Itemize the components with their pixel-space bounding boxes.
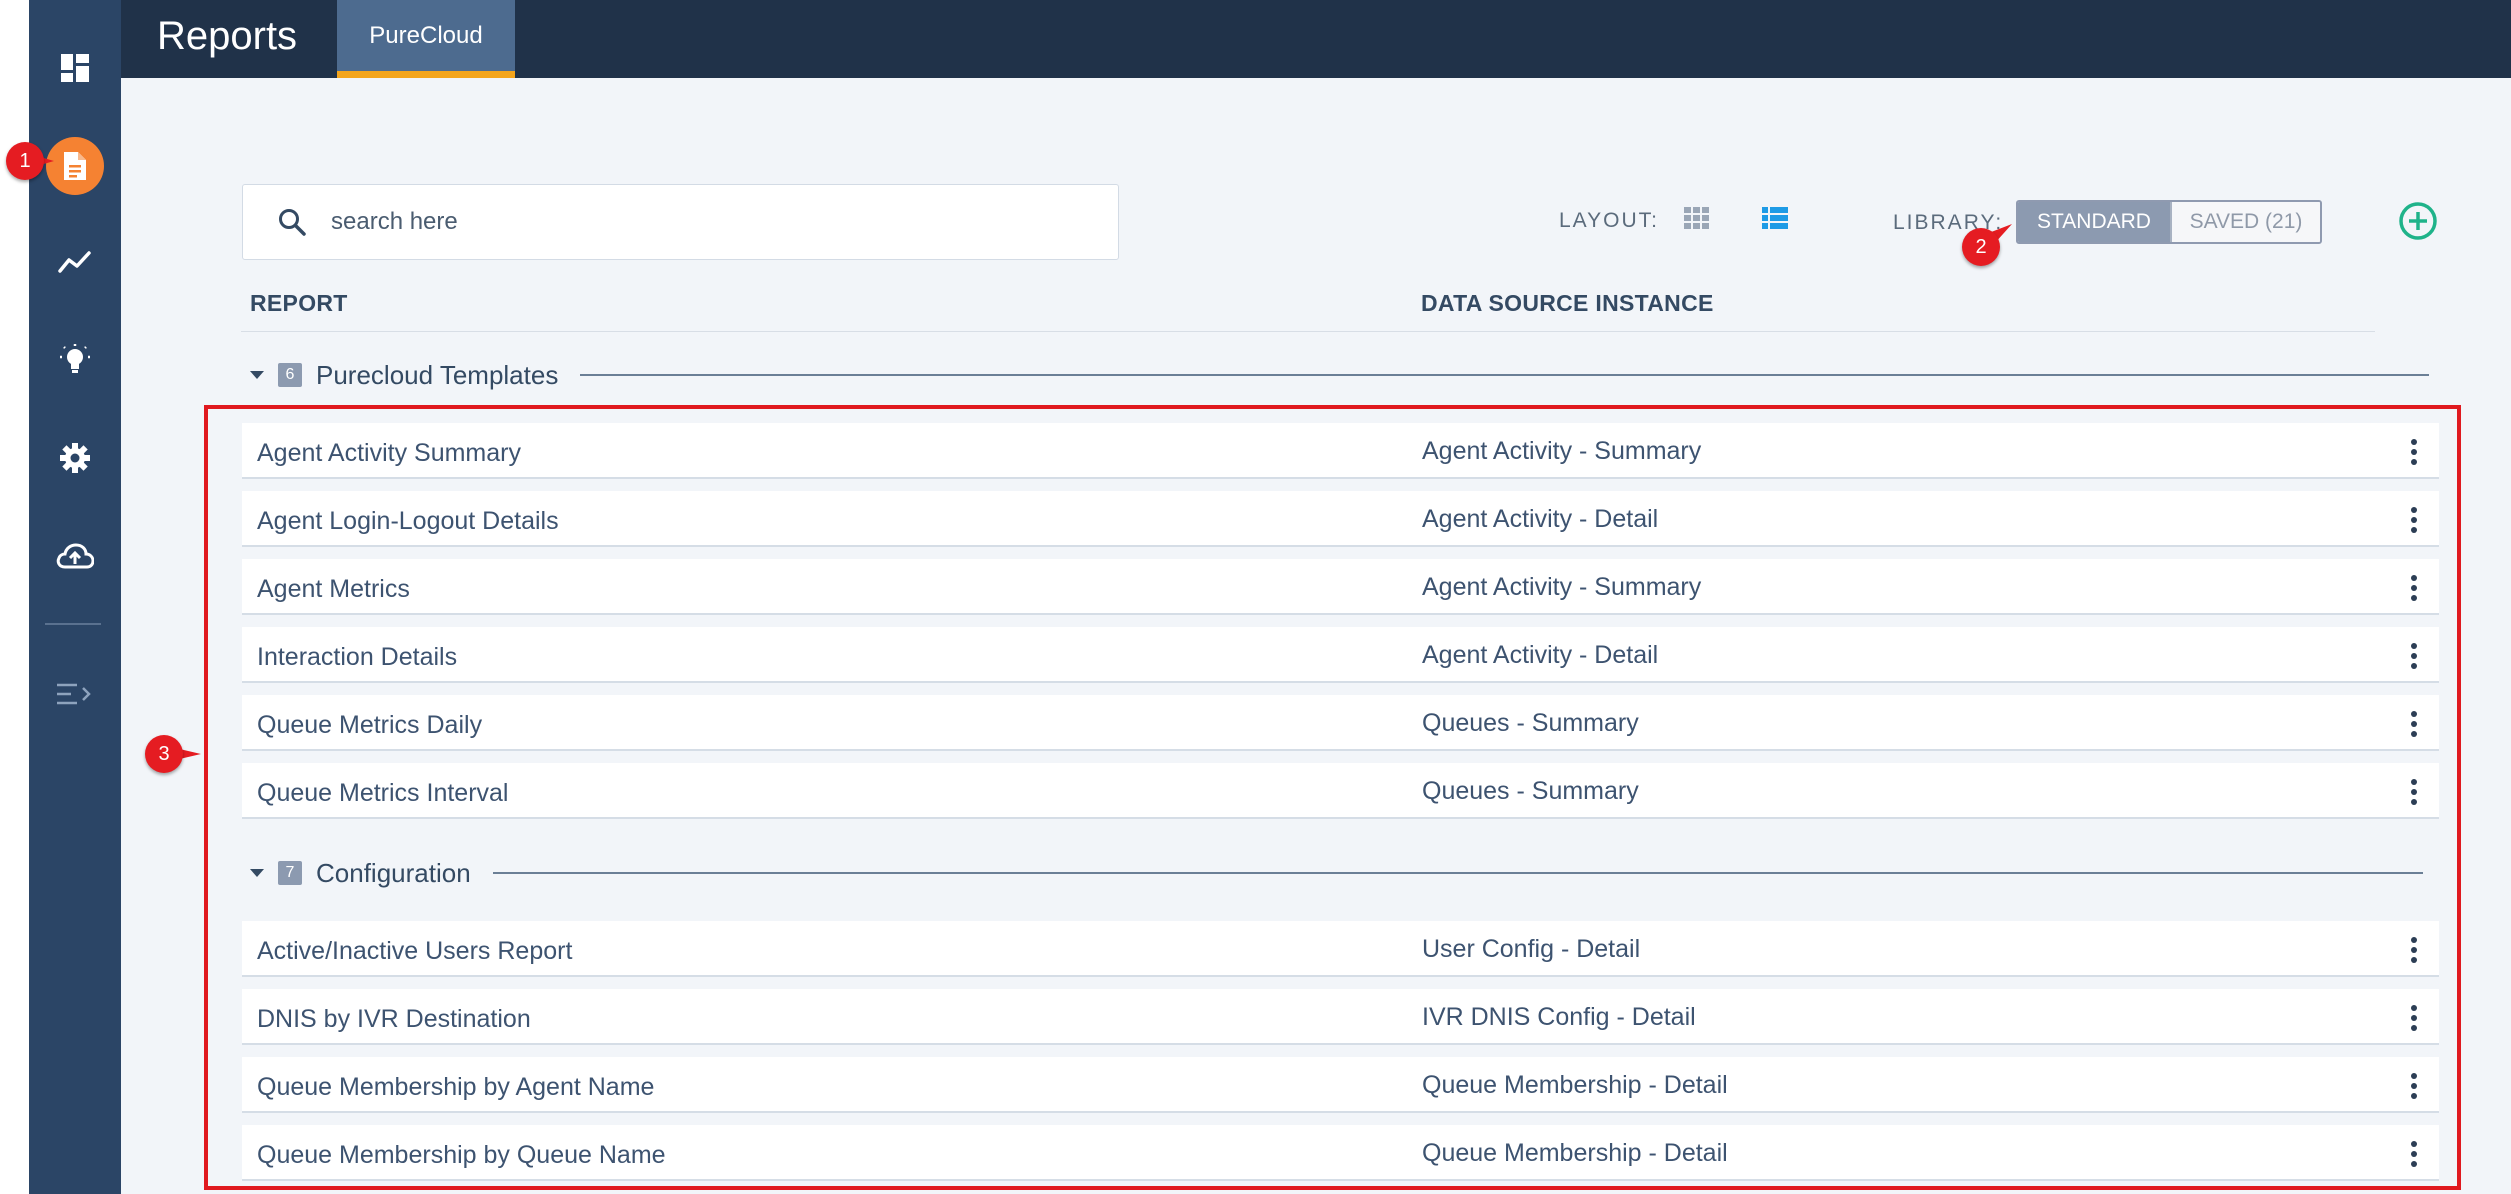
active-indicator <box>46 137 104 195</box>
collapse-menu-icon <box>57 683 91 705</box>
group-divider <box>580 374 2430 376</box>
sidebar-item-dashboard[interactable] <box>29 33 121 103</box>
group-title: Purecloud Templates <box>316 359 559 390</box>
sidebar-item-settings[interactable] <box>29 423 121 493</box>
list-view-icon[interactable] <box>1761 206 1789 230</box>
header-divider <box>241 331 2375 332</box>
callout-number: 2 <box>1962 228 2000 266</box>
callout-marker-1: 1 <box>6 142 54 180</box>
lightbulb-icon <box>60 344 90 373</box>
dashboard-icon <box>61 54 89 82</box>
cloud-upload-icon <box>56 543 94 569</box>
search-icon <box>279 209 306 236</box>
caret-down-icon <box>250 371 264 379</box>
gear-icon <box>60 443 90 473</box>
grid-view-icon[interactable] <box>1683 206 1711 230</box>
highlight-box <box>204 405 2461 1190</box>
saved-button[interactable]: SAVED (21) <box>2170 202 2320 242</box>
sidebar-item-upload[interactable] <box>29 521 121 591</box>
trend-line-icon <box>58 251 91 273</box>
column-header-report[interactable]: REPORT <box>250 290 348 317</box>
sidebar-item-expand[interactable] <box>29 659 121 729</box>
standard-button[interactable]: STANDARD <box>2018 202 2170 242</box>
layout-label: LAYOUT: <box>1559 209 1659 232</box>
library-toggle: STANDARD SAVED (21) <box>2016 200 2322 244</box>
sidebar-divider <box>45 623 101 625</box>
sidebar-item-trends[interactable] <box>29 227 121 297</box>
page-title: Reports <box>157 14 298 58</box>
callout-marker-2: 2 <box>1962 224 2012 266</box>
add-report-button[interactable] <box>2397 200 2439 242</box>
tab-purecloud[interactable]: PureCloud <box>337 0 515 78</box>
column-header-data-source[interactable]: DATA SOURCE INSTANCE <box>1421 290 1714 317</box>
sidebar-item-insights[interactable] <box>29 325 121 395</box>
group-header-purecloud-templates[interactable]: 6 Purecloud Templates <box>250 355 2430 395</box>
callout-number: 1 <box>6 142 44 180</box>
top-bar: Reports PureCloud <box>121 0 2511 78</box>
search-input[interactable] <box>331 185 1091 259</box>
callout-number: 3 <box>145 735 183 773</box>
callout-marker-3: 3 <box>145 735 201 773</box>
search-box <box>242 184 1119 260</box>
count-badge: 6 <box>278 363 302 387</box>
report-document-icon <box>64 152 86 180</box>
